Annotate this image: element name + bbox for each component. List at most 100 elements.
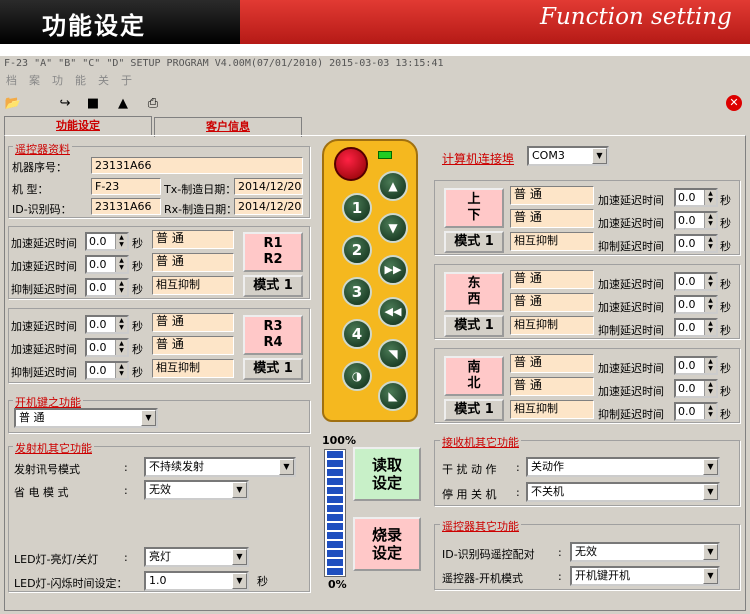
delay-label: 加速延迟时间 bbox=[11, 237, 77, 250]
chevron-down-icon[interactable]: ▼ bbox=[703, 568, 718, 584]
menu-item[interactable]: 于 bbox=[121, 74, 132, 87]
id-pairing-select[interactable]: 无效 ▼ bbox=[570, 542, 720, 562]
interference-select[interactable]: 关动作 ▼ bbox=[526, 457, 720, 477]
suppress-spinner[interactable]: 0.0 ▲ ▼ bbox=[674, 318, 718, 337]
power-save-label: 省 电 模 式 bbox=[14, 486, 69, 499]
delay-spinner[interactable]: 0.0 ▲ ▼ bbox=[85, 338, 129, 357]
led-label: LED灯-亮灯/关灯 bbox=[14, 553, 99, 566]
unit-label: 秒 bbox=[132, 260, 143, 273]
spinner-arrows-icon[interactable]: ▲ ▼ bbox=[704, 358, 716, 373]
spinner-arrows-icon[interactable]: ▲ ▼ bbox=[704, 274, 716, 289]
mode-button[interactable]: 模式 1 bbox=[444, 399, 504, 421]
menu-item[interactable]: 关 bbox=[98, 74, 109, 87]
mode-field: 相互抑制 bbox=[510, 232, 594, 251]
progress-segment bbox=[327, 550, 343, 557]
spinner-arrows-icon[interactable]: ▲ ▼ bbox=[115, 340, 127, 355]
unit-label: 秒 bbox=[720, 324, 731, 337]
rx-date-label: Rx-制造日期： bbox=[164, 203, 238, 216]
mode-button[interactable]: 模式 1 bbox=[243, 275, 303, 297]
print-icon[interactable]: ⎙ bbox=[144, 95, 162, 113]
stop-select[interactable]: 不关机 ▼ bbox=[526, 482, 720, 502]
open-folder-icon[interactable]: 📂 bbox=[4, 95, 22, 113]
spinner-arrows-icon[interactable]: ▲ ▼ bbox=[704, 320, 716, 335]
spinner-arrows-icon[interactable]: ▲ ▼ bbox=[704, 381, 716, 396]
menu-item[interactable]: 能 bbox=[75, 74, 86, 87]
delay-spinner[interactable]: 0.0 ▲ ▼ bbox=[85, 315, 129, 334]
blink-select[interactable]: 1.0 ▼ bbox=[144, 571, 249, 591]
delay-spinner[interactable]: 0.0 ▲ ▼ bbox=[85, 232, 129, 251]
mode-button[interactable]: 模式 1 bbox=[243, 358, 303, 380]
download-icon[interactable]: ↪ bbox=[56, 95, 74, 113]
mode-field: 普 通 bbox=[510, 186, 594, 205]
spinner-arrows-icon[interactable]: ▲ ▼ bbox=[115, 234, 127, 249]
banner-title-cn: 功能设定 bbox=[42, 12, 146, 40]
delay-label: 加速延迟时间 bbox=[598, 217, 664, 230]
read-settings-button[interactable]: 读取 设定 bbox=[353, 447, 421, 501]
spinner-arrows-icon[interactable]: ▲ ▼ bbox=[704, 404, 716, 419]
suppress-spinner[interactable]: 0.0 ▲ ▼ bbox=[85, 361, 129, 380]
delay-spinner[interactable]: 0.0 ▲ ▼ bbox=[674, 188, 718, 207]
save-icon[interactable]: ■ bbox=[84, 95, 102, 113]
power-save-select[interactable]: 无效 ▼ bbox=[144, 480, 249, 500]
spinner-arrows-icon[interactable]: ▲ ▼ bbox=[704, 213, 716, 228]
chevron-down-icon[interactable]: ▼ bbox=[232, 482, 247, 498]
mode-field: 普 通 bbox=[152, 230, 234, 249]
chevron-down-icon[interactable]: ▼ bbox=[232, 573, 247, 589]
delay-label: 加速延迟时间 bbox=[598, 194, 664, 207]
south-north-button[interactable]: 南 北 bbox=[444, 356, 504, 396]
mode-button[interactable]: 模式 1 bbox=[444, 231, 504, 253]
power-key-select[interactable]: 普 通 ▼ bbox=[14, 408, 158, 428]
menu-item[interactable]: 档 bbox=[6, 74, 17, 87]
spinner-arrows-icon[interactable]: ▲ ▼ bbox=[704, 297, 716, 312]
unit-label: 秒 bbox=[132, 320, 143, 333]
chevron-down-icon[interactable]: ▼ bbox=[279, 459, 294, 475]
write-settings-button[interactable]: 烧录 设定 bbox=[353, 517, 421, 571]
spinner-arrows-icon[interactable]: ▲ ▼ bbox=[115, 280, 127, 295]
tab-customer-info[interactable]: 客户信息 bbox=[154, 117, 302, 137]
delay-spinner[interactable]: 0.0 ▲ ▼ bbox=[85, 255, 129, 274]
suppress-spinner[interactable]: 0.0 ▲ ▼ bbox=[674, 234, 718, 253]
controller-info-title: 遥控器资料 bbox=[13, 141, 72, 157]
suppress-spinner[interactable]: 0.0 ▲ ▼ bbox=[85, 278, 129, 297]
interference-label: 干 扰 动 作 bbox=[442, 463, 497, 476]
chevron-down-icon[interactable]: ▼ bbox=[703, 459, 718, 475]
east-west-button[interactable]: 东 西 bbox=[444, 272, 504, 312]
delay-spinner[interactable]: 0.0 ▲ ▼ bbox=[674, 272, 718, 291]
close-icon[interactable]: ✕ bbox=[726, 95, 742, 111]
spinner-arrows-icon[interactable]: ▲ ▼ bbox=[115, 363, 127, 378]
spinner-arrows-icon[interactable]: ▲ ▼ bbox=[115, 317, 127, 332]
chevron-down-icon[interactable]: ▼ bbox=[703, 544, 718, 560]
delay-spinner[interactable]: 0.0 ▲ ▼ bbox=[674, 379, 718, 398]
progress-segment bbox=[327, 559, 343, 566]
delay-spinner[interactable]: 0.0 ▲ ▼ bbox=[674, 295, 718, 314]
menu-item[interactable]: 案 bbox=[29, 74, 40, 87]
eject-icon[interactable]: ▲ bbox=[114, 95, 132, 113]
menu-item[interactable]: 功 bbox=[52, 74, 63, 87]
chevron-down-icon[interactable]: ▼ bbox=[232, 549, 247, 565]
toolbar: 📂 ↪ ■ ▲ ⎙ ✕ bbox=[0, 95, 750, 115]
led-select[interactable]: 亮灯 ▼ bbox=[144, 547, 249, 567]
spinner-arrows-icon[interactable]: ▲ ▼ bbox=[704, 190, 716, 205]
chevron-down-icon[interactable]: ▼ bbox=[141, 410, 156, 426]
delay-spinner[interactable]: 0.0 ▲ ▼ bbox=[674, 356, 718, 375]
power-mode-select[interactable]: 开机键开机 ▼ bbox=[570, 566, 720, 586]
rx-date-field: 2014/12/20 bbox=[234, 198, 303, 215]
signal-mode-select[interactable]: 不持续发射 ▼ bbox=[144, 457, 296, 477]
delay-spinner[interactable]: 0.0 ▲ ▼ bbox=[674, 211, 718, 230]
r3-r4-button[interactable]: R3 R4 bbox=[243, 315, 303, 355]
tab-function-settings[interactable]: 功能设定 bbox=[4, 116, 152, 136]
colon: : bbox=[558, 546, 562, 559]
r1-r2-button[interactable]: R1 R2 bbox=[243, 232, 303, 272]
mode-button[interactable]: 模式 1 bbox=[444, 315, 504, 337]
suppress-spinner[interactable]: 0.0 ▲ ▼ bbox=[674, 402, 718, 421]
chevron-down-icon[interactable]: ▼ bbox=[703, 484, 718, 500]
banner-title-en: Function setting bbox=[540, 4, 732, 30]
chevron-down-icon[interactable]: ▼ bbox=[592, 148, 607, 164]
delay-label: 加速延迟时间 bbox=[11, 260, 77, 273]
id-pairing-label: ID-识别码遥控配对 bbox=[442, 548, 535, 561]
com-port-select[interactable]: COM3 ▼ bbox=[527, 146, 609, 166]
spinner-arrows-icon[interactable]: ▲ ▼ bbox=[115, 257, 127, 272]
up-down-button[interactable]: 上 下 bbox=[444, 188, 504, 228]
spinner-arrows-icon[interactable]: ▲ ▼ bbox=[704, 236, 716, 251]
diagonal-up-icon: ◥ bbox=[378, 339, 408, 369]
